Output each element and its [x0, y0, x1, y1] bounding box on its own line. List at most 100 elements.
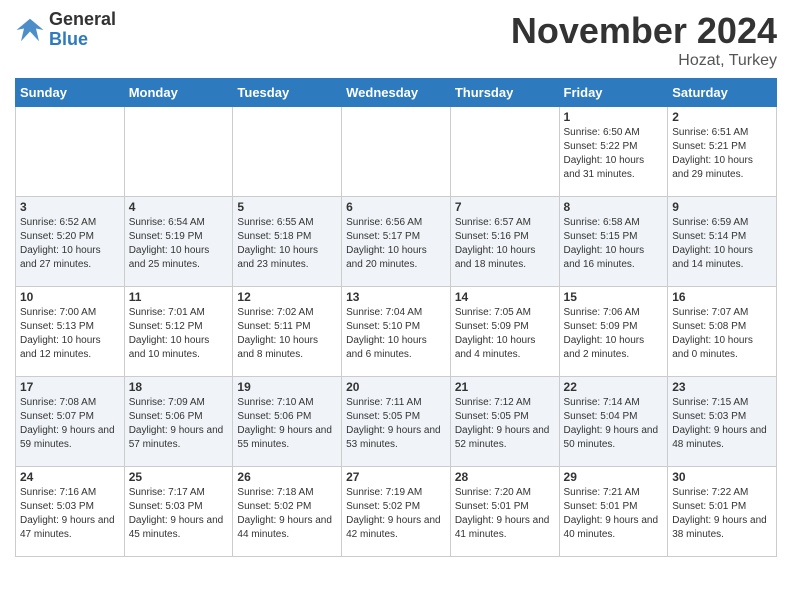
- calendar-cell: 12Sunrise: 7:02 AM Sunset: 5:11 PM Dayli…: [233, 287, 342, 377]
- logo-line2: Blue: [49, 30, 116, 50]
- calendar-cell: 24 Sunrise: 7:16 AM Sunset: 5:03 PM Dayli…: [16, 467, 125, 557]
- col-header-sunday: Sunday: [16, 79, 125, 107]
- day-info: Sunrise: 7:21 AM Sunset: 5:01 PM Dayligh…: [564, 486, 664, 542]
- col-header-thursday: Thursday: [450, 79, 559, 107]
- day-info: Sunrise: 7:05 AM Sunset: 5:09 PM Dayligh…: [455, 306, 555, 362]
- page-title: November 2024: [511, 10, 777, 52]
- day-number: 9: [672, 200, 772, 214]
- calendar-cell: 30 Sunrise: 7:22 AM Sunset: 5:01 PM Dayli…: [668, 467, 777, 557]
- day-number: 1: [564, 110, 664, 124]
- calendar-cell: 10 Sunrise: 7:00 AM Sunset: 5:13 PM Dayli…: [16, 287, 125, 377]
- calendar-cell: 13 Sunrise: 7:04 AM Sunset: 5:10 PM Dayli…: [342, 287, 451, 377]
- day-number: 18: [129, 380, 229, 394]
- calendar-week-2: 3 Sunrise: 6:52 AM Sunset: 5:20 PM Daylig…: [16, 197, 777, 287]
- calendar-cell: 16 Sunrise: 7:07 AM Sunset: 5:08 PM Dayli…: [668, 287, 777, 377]
- day-number: 21: [455, 380, 555, 394]
- page: General Blue November 2024 Hozat, Turkey…: [0, 0, 792, 567]
- calendar-cell: 1 Sunrise: 6:50 AM Sunset: 5:22 PM Daylig…: [559, 107, 668, 197]
- day-info: Sunrise: 7:08 AM Sunset: 5:07 PM Dayligh…: [20, 396, 120, 452]
- day-number: 6: [346, 200, 446, 214]
- day-info: Sunrise: 7:15 AM Sunset: 5:03 PM Dayligh…: [672, 396, 772, 452]
- calendar-week-1: 1 Sunrise: 6:50 AM Sunset: 5:22 PM Daylig…: [16, 107, 777, 197]
- day-info: Sunrise: 7:01 AM Sunset: 5:12 PM Dayligh…: [129, 306, 229, 362]
- day-info: Sunrise: 7:18 AM Sunset: 5:02 PM Dayligh…: [237, 486, 337, 542]
- calendar-cell: 5 Sunrise: 6:55 AM Sunset: 5:18 PM Daylig…: [233, 197, 342, 287]
- day-number: 11: [129, 290, 229, 304]
- page-subtitle: Hozat, Turkey: [511, 52, 777, 70]
- day-number: 15: [564, 290, 664, 304]
- day-number: 24: [20, 470, 120, 484]
- calendar-cell: 14 Sunrise: 7:05 AM Sunset: 5:09 PM Dayli…: [450, 287, 559, 377]
- col-header-friday: Friday: [559, 79, 668, 107]
- calendar-cell: 3 Sunrise: 6:52 AM Sunset: 5:20 PM Daylig…: [16, 197, 125, 287]
- calendar-cell: 20Sunrise: 7:11 AM Sunset: 5:05 PM Dayli…: [342, 377, 451, 467]
- day-info: Sunrise: 7:17 AM Sunset: 5:03 PM Dayligh…: [129, 486, 229, 542]
- calendar-cell: 9Sunrise: 6:59 AM Sunset: 5:14 PM Daylig…: [668, 197, 777, 287]
- calendar-cell: 2 Sunrise: 6:51 AM Sunset: 5:21 PM Daylig…: [668, 107, 777, 197]
- day-number: 27: [346, 470, 446, 484]
- calendar-cell: 25 Sunrise: 7:17 AM Sunset: 5:03 PM Dayli…: [124, 467, 233, 557]
- day-number: 13: [346, 290, 446, 304]
- col-header-wednesday: Wednesday: [342, 79, 451, 107]
- day-number: 19: [237, 380, 337, 394]
- header-row: SundayMondayTuesdayWednesdayThursdayFrid…: [16, 79, 777, 107]
- day-info: Sunrise: 7:09 AM Sunset: 5:06 PM Dayligh…: [129, 396, 229, 452]
- calendar-cell: 27 Sunrise: 7:19 AM Sunset: 5:02 PM Dayli…: [342, 467, 451, 557]
- calendar-week-3: 10 Sunrise: 7:00 AM Sunset: 5:13 PM Dayli…: [16, 287, 777, 377]
- day-info: Sunrise: 7:22 AM Sunset: 5:01 PM Dayligh…: [672, 486, 772, 542]
- day-info: Sunrise: 7:04 AM Sunset: 5:10 PM Dayligh…: [346, 306, 446, 362]
- day-info: Sunrise: 7:12 AM Sunset: 5:05 PM Dayligh…: [455, 396, 555, 452]
- calendar-cell: 18 Sunrise: 7:09 AM Sunset: 5:06 PM Dayli…: [124, 377, 233, 467]
- day-number: 10: [20, 290, 120, 304]
- calendar-table: SundayMondayTuesdayWednesdayThursdayFrid…: [15, 78, 777, 557]
- day-number: 17: [20, 380, 120, 394]
- day-number: 26: [237, 470, 337, 484]
- day-number: 16: [672, 290, 772, 304]
- day-info: Sunrise: 6:56 AM Sunset: 5:17 PM Dayligh…: [346, 216, 446, 272]
- day-number: 2: [672, 110, 772, 124]
- calendar-cell: 6 Sunrise: 6:56 AM Sunset: 5:17 PM Daylig…: [342, 197, 451, 287]
- calendar-cell: [233, 107, 342, 197]
- day-info: Sunrise: 6:57 AM Sunset: 5:16 PM Dayligh…: [455, 216, 555, 272]
- col-header-monday: Monday: [124, 79, 233, 107]
- logo-text: General Blue: [49, 10, 116, 50]
- day-number: 5: [237, 200, 337, 214]
- day-info: Sunrise: 7:16 AM Sunset: 5:03 PM Dayligh…: [20, 486, 120, 542]
- calendar-cell: 8 Sunrise: 6:58 AM Sunset: 5:15 PM Daylig…: [559, 197, 668, 287]
- day-info: Sunrise: 6:58 AM Sunset: 5:15 PM Dayligh…: [564, 216, 664, 272]
- calendar-cell: [450, 107, 559, 197]
- calendar-cell: [124, 107, 233, 197]
- day-number: 3: [20, 200, 120, 214]
- calendar-cell: 26 Sunrise: 7:18 AM Sunset: 5:02 PM Dayli…: [233, 467, 342, 557]
- day-number: 8: [564, 200, 664, 214]
- logo: General Blue: [15, 10, 116, 50]
- day-info: Sunrise: 7:19 AM Sunset: 5:02 PM Dayligh…: [346, 486, 446, 542]
- day-info: Sunrise: 6:52 AM Sunset: 5:20 PM Dayligh…: [20, 216, 120, 272]
- calendar-cell: 15 Sunrise: 7:06 AM Sunset: 5:09 PM Dayli…: [559, 287, 668, 377]
- calendar-cell: [342, 107, 451, 197]
- day-info: Sunrise: 7:11 AM Sunset: 5:05 PM Dayligh…: [346, 396, 446, 452]
- day-number: 25: [129, 470, 229, 484]
- col-header-tuesday: Tuesday: [233, 79, 342, 107]
- day-info: Sunrise: 6:51 AM Sunset: 5:21 PM Dayligh…: [672, 126, 772, 182]
- calendar-cell: 17 Sunrise: 7:08 AM Sunset: 5:07 PM Dayli…: [16, 377, 125, 467]
- col-header-saturday: Saturday: [668, 79, 777, 107]
- day-info: Sunrise: 6:55 AM Sunset: 5:18 PM Dayligh…: [237, 216, 337, 272]
- day-number: 29: [564, 470, 664, 484]
- calendar-cell: 23Sunrise: 7:15 AM Sunset: 5:03 PM Dayli…: [668, 377, 777, 467]
- day-number: 22: [564, 380, 664, 394]
- day-number: 30: [672, 470, 772, 484]
- calendar-cell: 22Sunrise: 7:14 AM Sunset: 5:04 PM Dayli…: [559, 377, 668, 467]
- day-number: 12: [237, 290, 337, 304]
- calendar-cell: 11 Sunrise: 7:01 AM Sunset: 5:12 PM Dayli…: [124, 287, 233, 377]
- day-info: Sunrise: 7:07 AM Sunset: 5:08 PM Dayligh…: [672, 306, 772, 362]
- logo-bird-icon: [15, 15, 45, 45]
- header: General Blue November 2024 Hozat, Turkey: [15, 10, 777, 70]
- day-number: 14: [455, 290, 555, 304]
- day-info: Sunrise: 7:20 AM Sunset: 5:01 PM Dayligh…: [455, 486, 555, 542]
- day-info: Sunrise: 7:00 AM Sunset: 5:13 PM Dayligh…: [20, 306, 120, 362]
- title-block: November 2024 Hozat, Turkey: [511, 10, 777, 70]
- day-info: Sunrise: 6:50 AM Sunset: 5:22 PM Dayligh…: [564, 126, 664, 182]
- day-info: Sunrise: 7:06 AM Sunset: 5:09 PM Dayligh…: [564, 306, 664, 362]
- calendar-cell: 7Sunrise: 6:57 AM Sunset: 5:16 PM Daylig…: [450, 197, 559, 287]
